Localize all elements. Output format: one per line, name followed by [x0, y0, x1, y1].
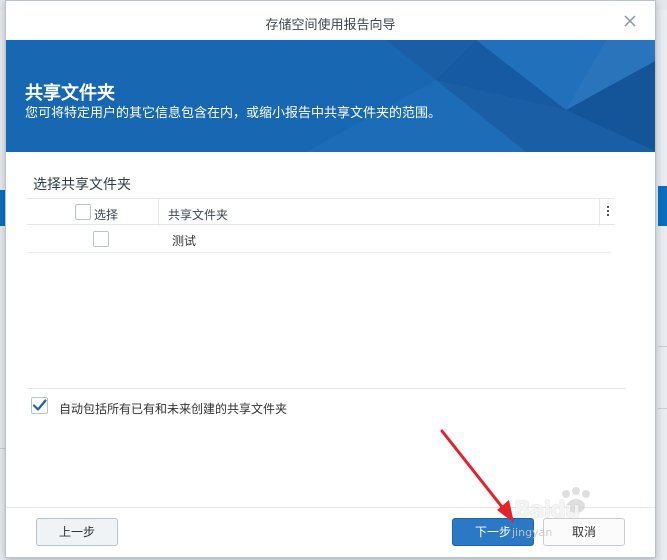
next-button[interactable]: 下一步 — [452, 518, 534, 546]
cancel-button[interactable]: 取消 — [543, 518, 625, 546]
column-header-shared-folder[interactable]: 共享文件夹 — [168, 206, 228, 223]
previous-button[interactable]: 上一步 — [36, 518, 118, 546]
close-icon[interactable] — [623, 14, 637, 28]
banner-subtitle: 您可将特定用户的其它信息包含在内，或缩小报告中共享文件夹的范围。 — [25, 106, 442, 121]
row-folder-name: 测试 — [172, 234, 197, 248]
footer-divider — [6, 507, 655, 508]
grid-header: 选择 共享文件夹 — [27, 198, 615, 226]
row-checkbox[interactable] — [93, 231, 109, 247]
select-all-checkbox[interactable] — [75, 204, 91, 220]
background-divider — [658, 408, 667, 409]
dialog-title: 存储空间使用报告向导 — [265, 18, 396, 33]
section-title: 选择共享文件夹 — [33, 177, 131, 193]
shared-folder-grid: 选择 共享文件夹 测试 — [27, 198, 615, 388]
background-divider — [658, 346, 667, 347]
table-row[interactable]: 测试 — [27, 225, 611, 253]
dialog-titlebar: 存储空间使用报告向导 — [6, 1, 655, 41]
column-divider — [599, 199, 600, 226]
column-divider — [158, 199, 159, 226]
divider — [27, 388, 626, 389]
background-blue-tab-right — [658, 186, 667, 226]
auto-include-label[interactable]: 自动包括所有已有和未来创建的共享文件夹 — [59, 400, 287, 417]
wizard-dialog: 存储空间使用报告向导 共享文件夹 您可将特定用户的其它信息包含在内，或缩小报告中… — [5, 0, 656, 558]
wizard-banner: 共享文件夹 您可将特定用户的其它信息包含在内，或缩小报告中共享文件夹的范围。 — [6, 40, 655, 152]
column-menu-icon[interactable] — [603, 204, 613, 220]
auto-include-checkbox[interactable] — [31, 397, 48, 414]
column-header-select[interactable]: 选择 — [94, 206, 118, 223]
checkmark-icon — [32, 399, 47, 411]
